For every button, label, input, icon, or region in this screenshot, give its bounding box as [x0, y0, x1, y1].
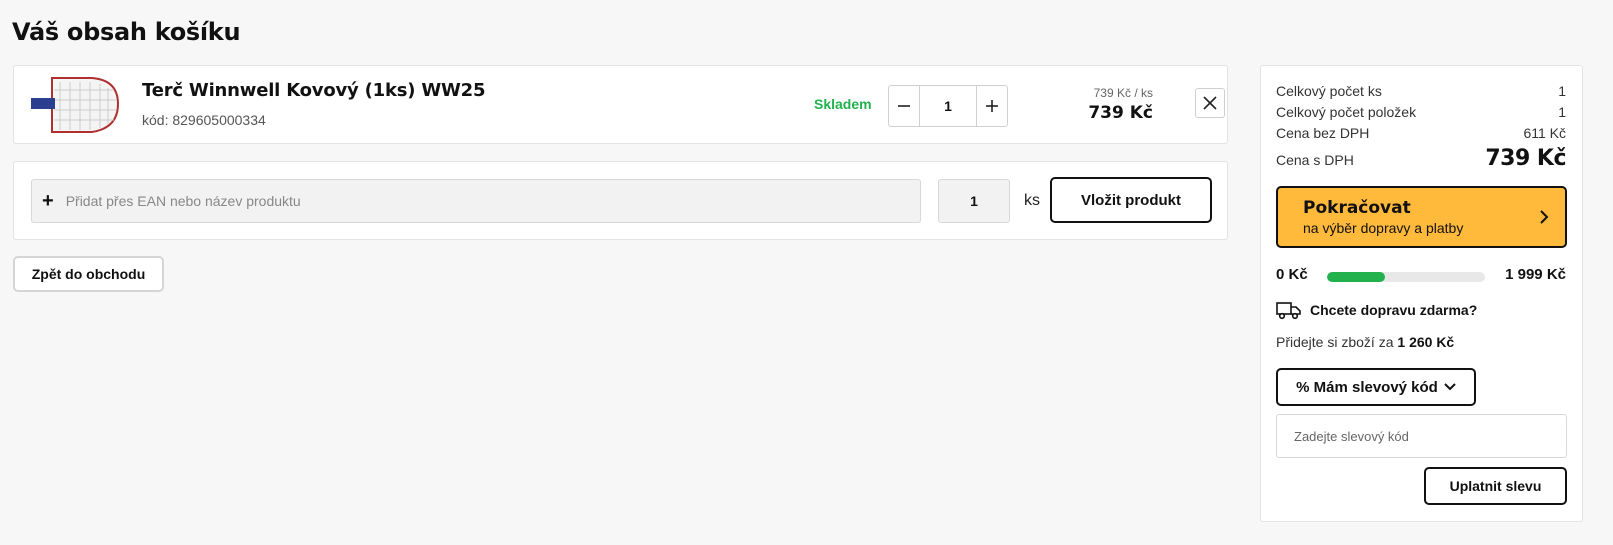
add-product-panel: + Přidat přes EAN nebo název produktu 1 …: [13, 161, 1228, 240]
continue-title: Pokračovat: [1303, 198, 1411, 218]
decrease-quantity-button[interactable]: [889, 86, 919, 126]
discount-code-input[interactable]: Zadejte slevový kód: [1276, 414, 1567, 458]
item-total-price: 739 Kč: [1088, 103, 1153, 123]
cart-item: Terč Winnwell Kovový (1ks) WW25 kód: 829…: [13, 65, 1228, 144]
order-summary: Celkový počet ks 1 Celkový počet položek…: [1260, 65, 1583, 522]
apply-discount-button[interactable]: Uplatnit slevu: [1424, 467, 1567, 505]
free-shipping-question: Chcete dopravu zdarma?: [1310, 302, 1478, 318]
plus-icon: [986, 100, 998, 112]
plus-icon: +: [42, 190, 54, 212]
discount-toggle-label: % Mám slevový kód: [1296, 378, 1438, 396]
increase-quantity-button[interactable]: [977, 86, 1007, 126]
close-icon: [1203, 96, 1217, 110]
summary-row: Cena s DPH 739 Kč: [1276, 146, 1566, 171]
unit-label: ks: [1024, 192, 1040, 209]
add-product-input[interactable]: + Přidat přes EAN nebo název produktu: [31, 179, 921, 223]
summary-value: 1: [1558, 83, 1566, 99]
shipping-progress-start: 0 Kč: [1276, 266, 1308, 283]
minus-icon: [898, 105, 910, 107]
page-title: Váš obsah košíku: [12, 18, 241, 46]
summary-row: Celkový počet položek 1: [1276, 104, 1566, 120]
continue-subtitle: na výběr dopravy a platby: [1303, 220, 1464, 236]
truck-icon: [1276, 302, 1301, 320]
remove-item-button[interactable]: [1195, 88, 1225, 118]
shipping-progress-bar: [1327, 272, 1485, 282]
back-to-shop-button[interactable]: Zpět do obchodu: [13, 256, 164, 292]
remaining-prefix: Přidejte si zboží za: [1276, 334, 1398, 350]
quantity-stepper: 1: [888, 85, 1008, 127]
continue-button[interactable]: Pokračovat na výběr dopravy a platby: [1276, 186, 1567, 248]
remaining-amount: 1 260 Kč: [1397, 334, 1455, 350]
summary-label: Cena s DPH: [1276, 152, 1354, 168]
summary-total: 739 Kč: [1485, 146, 1566, 171]
product-image[interactable]: [30, 74, 126, 136]
product-name[interactable]: Terč Winnwell Kovový (1ks) WW25: [142, 80, 486, 101]
chevron-right-icon: [1540, 210, 1549, 224]
shipping-progress-fill: [1327, 272, 1386, 282]
product-code: kód: 829605000334: [142, 112, 266, 128]
discount-code-toggle[interactable]: % Mám slevový kód: [1276, 368, 1476, 406]
summary-label: Celkový počet položek: [1276, 104, 1417, 120]
summary-value: 611 Kč: [1523, 125, 1566, 141]
shipping-progress-goal: 1 999 Kč: [1505, 266, 1566, 283]
free-shipping-remaining: Přidejte si zboží za 1 260 Kč: [1276, 334, 1454, 350]
quantity-value[interactable]: 1: [919, 86, 977, 126]
add-product-placeholder: Přidat přes EAN nebo název produktu: [65, 193, 301, 209]
summary-label: Celkový počet ks: [1276, 83, 1382, 99]
stock-status: Skladem: [814, 96, 872, 112]
free-shipping-prompt: Chcete dopravu zdarma?: [1276, 300, 1477, 320]
summary-label: Cena bez DPH: [1276, 125, 1370, 141]
summary-row: Cena bez DPH 611 Kč: [1276, 125, 1566, 141]
add-quantity-input[interactable]: 1: [938, 179, 1010, 223]
unit-price: 739 Kč / ks: [1093, 86, 1153, 100]
summary-row: Celkový počet ks 1: [1276, 83, 1566, 99]
summary-value: 1: [1558, 104, 1566, 120]
insert-product-button[interactable]: Vložit produkt: [1050, 177, 1212, 223]
chevron-down-icon: [1444, 383, 1456, 391]
